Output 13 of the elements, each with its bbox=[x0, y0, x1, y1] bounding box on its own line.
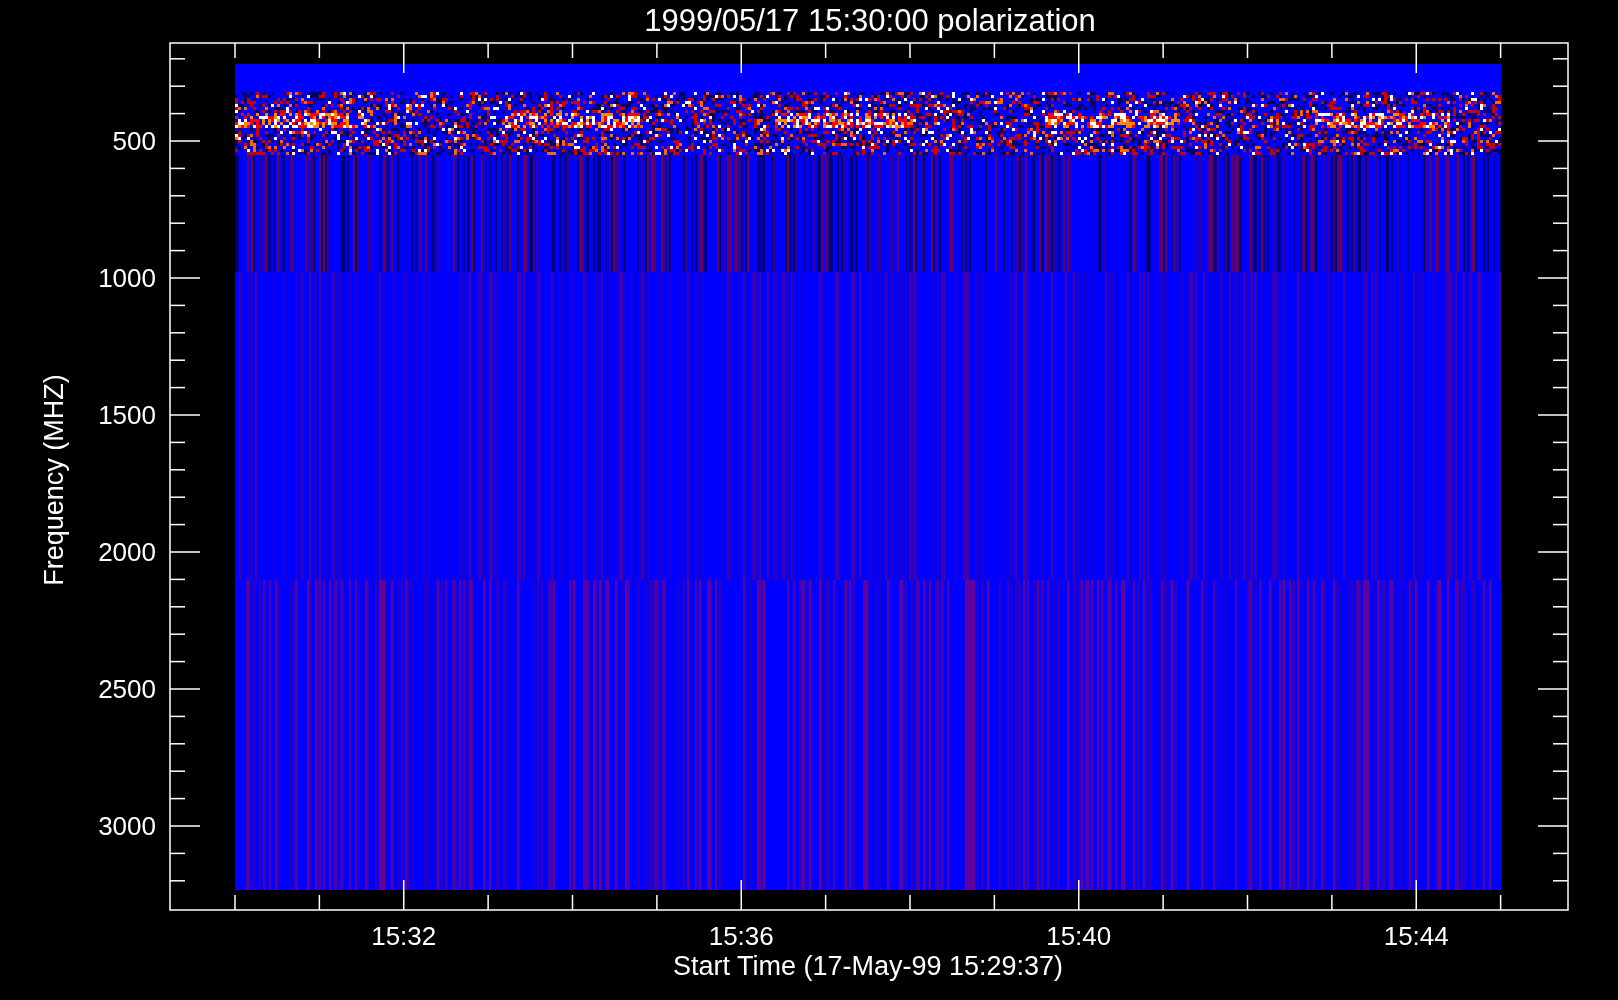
x-axis-label: Start Time (17-May-99 15:29:37) bbox=[672, 951, 1064, 981]
x-tick-label: 15:32 bbox=[371, 921, 437, 951]
y-tick-label: 2500 bbox=[98, 674, 156, 704]
y-axis-label: Frequency (MHZ) bbox=[39, 374, 69, 586]
x-tick-label: 15:36 bbox=[708, 921, 774, 951]
y-tick-label: 2000 bbox=[98, 537, 156, 567]
y-tick-label: 1000 bbox=[98, 263, 156, 293]
y-tick-label: 1500 bbox=[98, 400, 156, 430]
y-tick-label: 500 bbox=[112, 126, 156, 156]
y-tick-label: 3000 bbox=[98, 811, 156, 841]
chart-title: 1999/05/17 15:30:00 polarization bbox=[644, 3, 1096, 38]
x-tick-label: 15:40 bbox=[1046, 921, 1112, 951]
x-tick-label: 15:44 bbox=[1383, 921, 1449, 951]
